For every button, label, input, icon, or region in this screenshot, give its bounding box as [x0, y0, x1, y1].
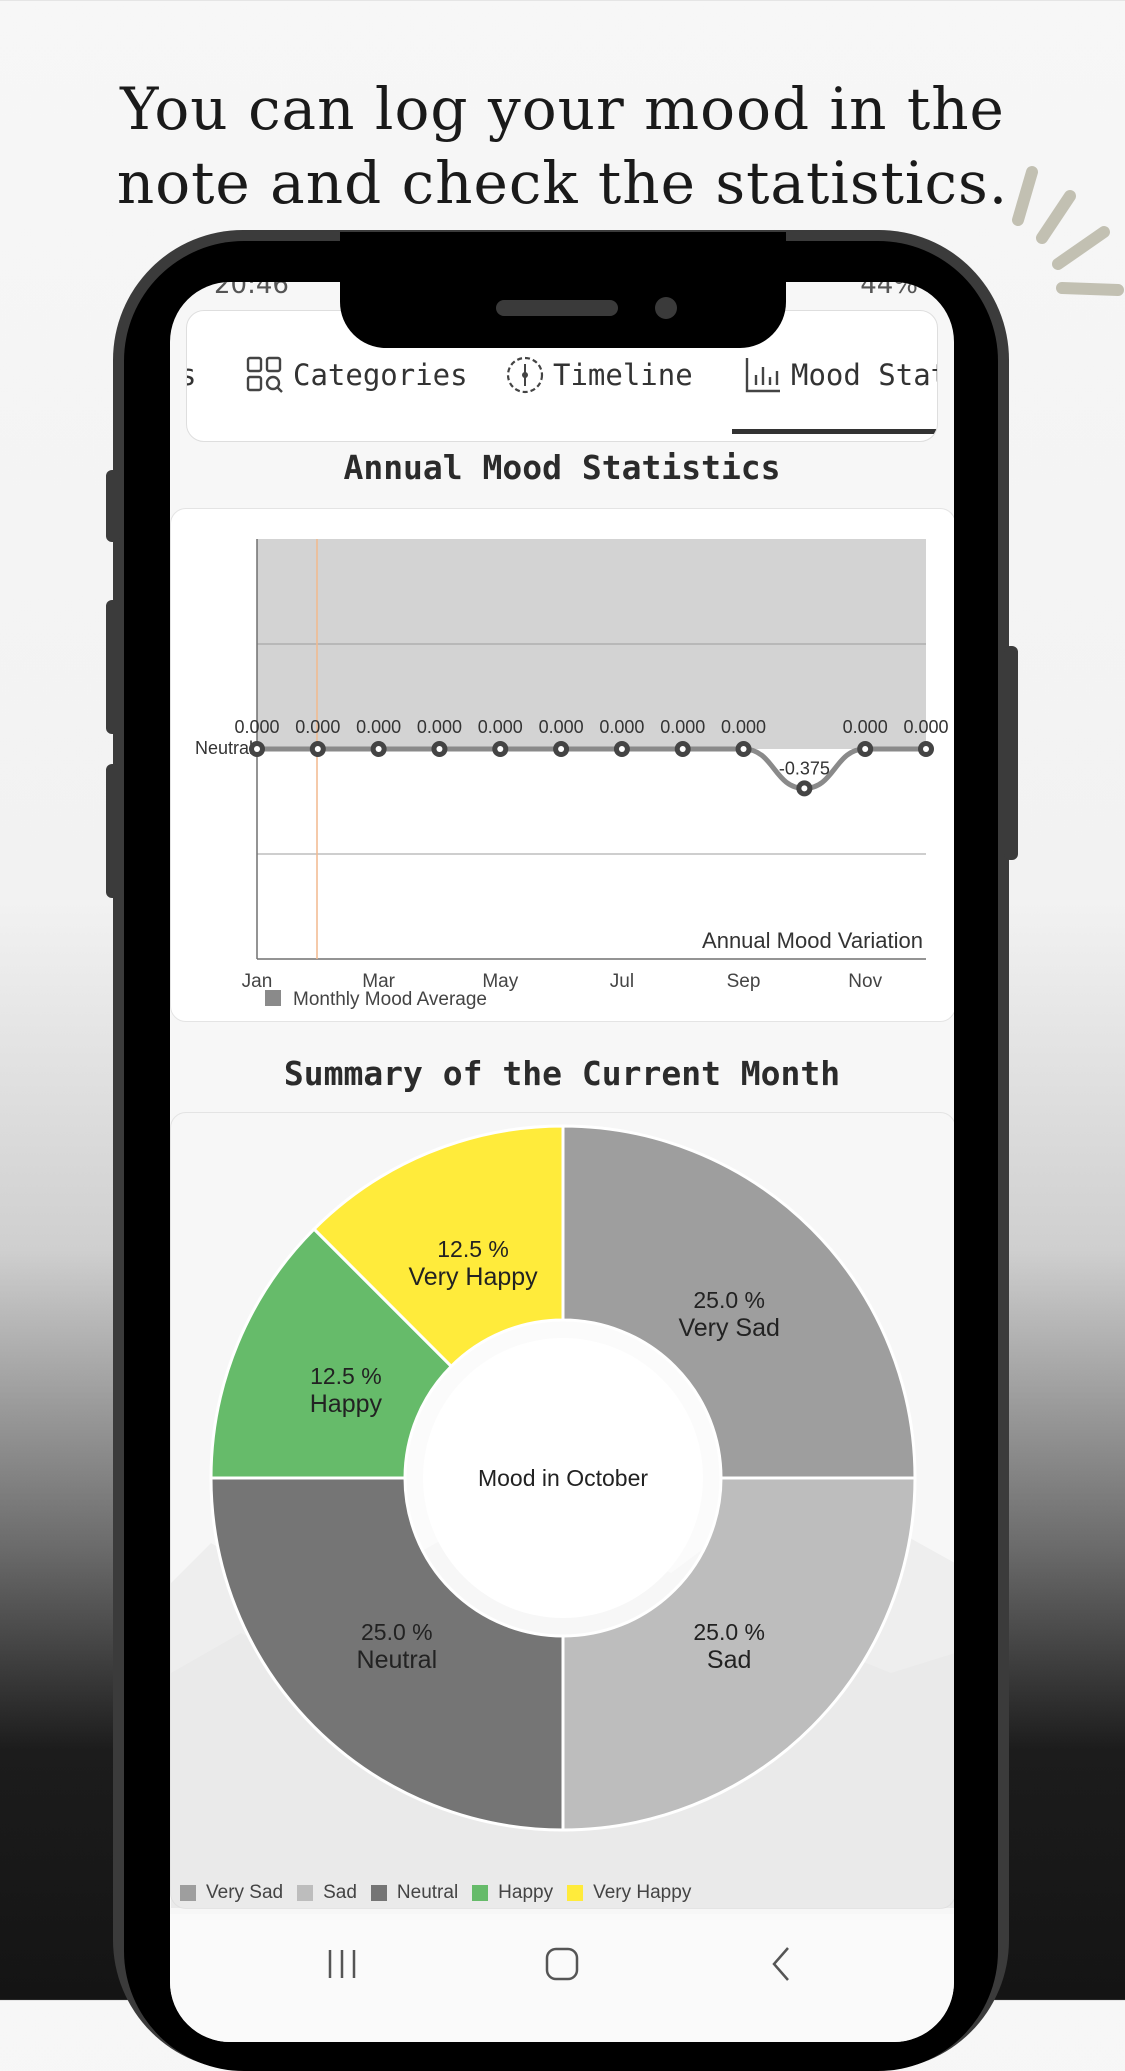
- data-label: 0.000: [234, 717, 279, 737]
- legend-item-neutral: Neutral: [370, 1882, 459, 1904]
- slice-name-label: Very Happy: [408, 1263, 538, 1291]
- compass-icon: [506, 356, 544, 394]
- system-nav-bar: [170, 1914, 954, 2042]
- data-point-center: [862, 746, 869, 752]
- slice-percent-label: 12.5 %: [310, 1363, 382, 1389]
- data-point-center: [740, 746, 747, 752]
- data-label: 0.000: [478, 717, 523, 737]
- legend-swatch-monthly-average: [265, 990, 281, 1006]
- legend-label: Very Happy: [593, 1882, 692, 1903]
- x-tick-label: Nov: [848, 971, 882, 992]
- mood-donut-chart: 25.0 %Very Sad25.0 %Sad25.0 %Neutral12.5…: [171, 1124, 954, 1908]
- data-point-center: [314, 746, 321, 752]
- slice-name-label: Sad: [707, 1646, 751, 1674]
- x-tick-label: Sep: [727, 971, 761, 992]
- legend-label: Very Sad: [206, 1882, 284, 1903]
- data-label: 0.000: [417, 717, 462, 737]
- legend-swatch: [567, 1885, 584, 1901]
- status-battery: 44%: [860, 282, 918, 300]
- x-tick-label: Jan: [242, 971, 273, 992]
- x-tick-label: Jul: [610, 971, 634, 992]
- data-point-center: [375, 746, 382, 752]
- annual-mood-line-chart: Neutral Annual Mood Variation 0.000 0.000…: [195, 539, 949, 1010]
- front-camera: [655, 297, 677, 319]
- legend-item-very-happy: Very Happy: [567, 1882, 691, 1904]
- headline: You can log your mood in the note and ch…: [0, 72, 1125, 220]
- tab-timeline[interactable]: Timeline: [505, 353, 693, 397]
- side-button-left-2: [106, 600, 120, 734]
- slice-percent-label: 25.0 %: [361, 1619, 433, 1645]
- legend-label: Neutral: [396, 1882, 459, 1903]
- data-point-center: [436, 746, 443, 752]
- status-time: 20:46: [214, 282, 289, 300]
- summary-title: Summary of the Current Month: [283, 1054, 841, 1093]
- back-icon[interactable]: [762, 1944, 802, 1984]
- slice-percent-label: 25.0 %: [693, 1619, 765, 1645]
- headline-line-1: You can log your mood in the: [120, 75, 1005, 143]
- chart-inner-title: Annual Mood Variation: [702, 928, 923, 953]
- home-icon[interactable]: [542, 1944, 582, 1984]
- legend-label: Sad: [323, 1882, 357, 1903]
- donut-center-label: Mood in October: [478, 1465, 648, 1491]
- legend-swatch: [370, 1885, 387, 1901]
- side-button-left-3: [106, 764, 120, 898]
- tab-mood-statistics-label: Mood Stat: [791, 358, 938, 392]
- legend-item-sad: Sad: [297, 1882, 357, 1904]
- recent-apps-icon[interactable]: [322, 1944, 362, 1984]
- tab-categories[interactable]: Categories: [245, 353, 468, 397]
- data-point-center: [497, 746, 504, 752]
- data-point-center: [254, 746, 260, 752]
- donut-legend: Very Sad Sad Neutral Happy Very Happy: [180, 1882, 705, 1904]
- data-point-center: [679, 746, 686, 752]
- tab-selected-indicator: [732, 429, 937, 434]
- tab-categories-label: Categories: [293, 358, 468, 392]
- data-point-center: [618, 746, 625, 752]
- sparkle-decoration-icon: [1012, 166, 1124, 296]
- data-label: 0.000: [599, 717, 644, 737]
- legend-item-very-sad: Very Sad: [180, 1882, 283, 1904]
- data-label: -0.375: [779, 758, 830, 778]
- slice-name-label: Happy: [310, 1390, 383, 1418]
- legend-item-happy: Happy: [472, 1882, 553, 1904]
- data-label: 0.000: [721, 717, 766, 737]
- data-label: 0.000: [295, 717, 340, 737]
- slice-name-label: Very Sad: [678, 1314, 779, 1342]
- x-tick-label: May: [482, 971, 518, 992]
- categories-search-icon: [246, 356, 283, 393]
- data-point-center: [923, 746, 929, 752]
- tab-timeline-label: Timeline: [553, 358, 693, 392]
- headline-line-2: note and check the statistics.: [116, 149, 1009, 217]
- data-label: 0.000: [356, 717, 401, 737]
- slice-percent-label: 25.0 %: [693, 1287, 765, 1313]
- legend-swatch: [297, 1885, 314, 1901]
- data-point-center: [801, 785, 808, 792]
- data-point-center: [558, 746, 565, 752]
- tab-previous[interactable]: s: [187, 353, 196, 397]
- data-label: 0.000: [660, 717, 705, 737]
- data-label: 0.000: [843, 717, 888, 737]
- data-label: 0.000: [903, 717, 948, 737]
- summary-chart-card: 25.0 % Very Sad 25.0 % Sad 25.0 % Neutral 12.5…: [170, 1112, 954, 1909]
- annual-mood-title: Annual Mood Statistics: [343, 448, 781, 487]
- side-button-right: [1004, 646, 1018, 860]
- tab-mood-statistics[interactable]: Mood Stat: [743, 353, 938, 397]
- legend-label: Happy: [498, 1882, 554, 1903]
- side-button-left-1: [106, 470, 120, 542]
- y-tick-label: Neutral: [195, 738, 253, 758]
- bar-chart-icon: [745, 358, 780, 393]
- data-label: 0.000: [539, 717, 584, 737]
- phone-screen: 20:46 44% s Categories: [170, 282, 954, 2042]
- slice-percent-label: 12.5 %: [437, 1236, 509, 1262]
- phone-notch: [340, 232, 786, 348]
- tab-previous-label: s: [187, 358, 196, 392]
- legend-swatch: [472, 1885, 489, 1901]
- speaker-grille: [496, 300, 618, 316]
- annual-chart-card: Neutral Annual Mood Variation 0.000 0.000…: [170, 508, 954, 1022]
- legend-label-monthly-average: Monthly Mood Average: [293, 989, 487, 1010]
- legend-swatch: [180, 1885, 196, 1901]
- slice-name-label: Neutral: [357, 1646, 438, 1674]
